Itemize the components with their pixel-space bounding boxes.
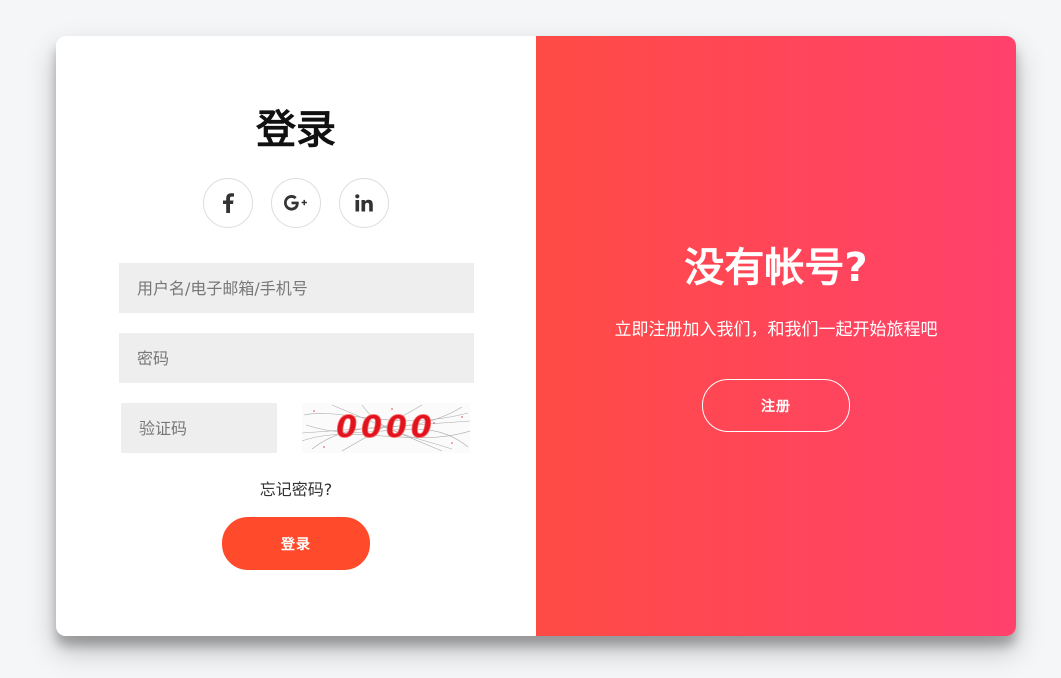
login-title: 登录 (256, 107, 336, 153)
facebook-icon (223, 193, 234, 213)
captcha-input[interactable] (121, 403, 277, 453)
google-plus-icon (284, 195, 307, 211)
linkedin-icon (355, 194, 373, 212)
auth-card: 登录 用户名/电子邮箱/手机号 验证码 0000 忘记密码? 登录 没有帐号? … (56, 36, 1016, 636)
captcha-image[interactable]: 0000 (302, 403, 470, 453)
google-plus-button[interactable] (271, 178, 321, 228)
facebook-button[interactable] (203, 178, 253, 228)
signup-description: 立即注册加入我们，和我们一起开始旅程吧 (614, 320, 938, 340)
captcha-text: 0000 (336, 410, 436, 445)
password-input[interactable] (119, 333, 474, 383)
register-button[interactable]: 注册 (702, 379, 850, 432)
linkedin-button[interactable] (339, 178, 389, 228)
login-panel: 登录 用户名/电子邮箱/手机号 验证码 0000 忘记密码? 登录 (56, 36, 536, 636)
forgot-password-link[interactable]: 忘记密码? (56, 476, 536, 500)
username-input[interactable] (119, 263, 474, 313)
signup-title: 没有帐号? (684, 245, 868, 291)
social-login-row (203, 178, 389, 228)
login-button[interactable]: 登录 (222, 517, 370, 570)
signup-panel: 没有帐号? 立即注册加入我们，和我们一起开始旅程吧 注册 (536, 36, 1016, 636)
